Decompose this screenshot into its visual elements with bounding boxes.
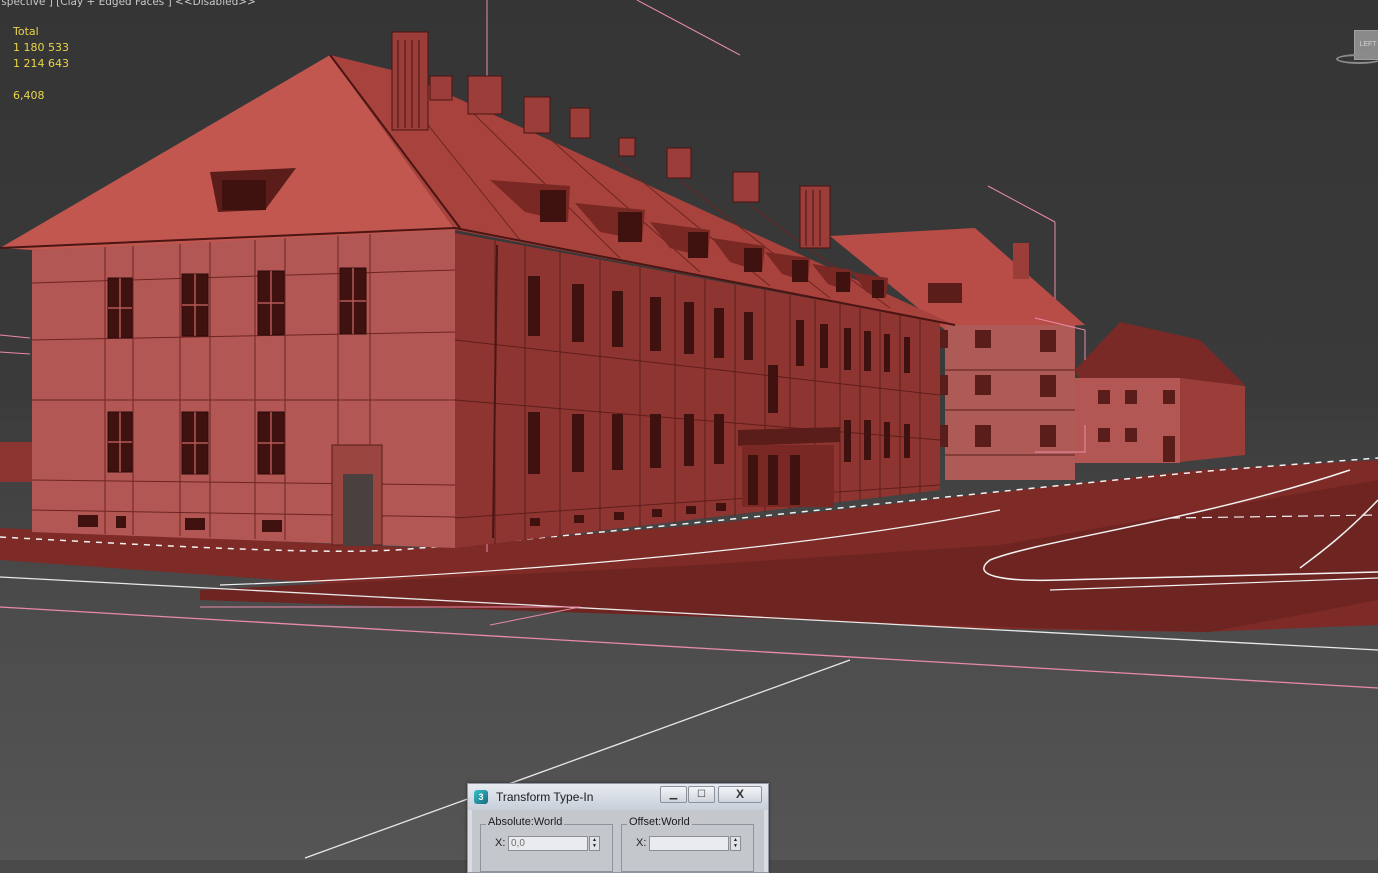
door	[343, 474, 373, 546]
stats-polys: 1 180 533	[13, 41, 69, 54]
left-edge-building	[0, 442, 32, 482]
maximize-button[interactable]: ☐	[688, 786, 715, 803]
gizmo-line	[0, 351, 31, 355]
stats-total-label: Total	[13, 25, 39, 38]
minimize-button[interactable]: ▁	[660, 786, 687, 803]
off-x-label: X:	[636, 837, 647, 849]
stats-spacer	[13, 72, 69, 88]
off-x-input[interactable]	[649, 836, 729, 851]
perspective-viewport[interactable]: rspective ] [Clay + Edged Faces ] <<Disa…	[0, 0, 1378, 860]
dialog-body: Absolute:World X: 0,0 ▲ ▼ Offset:World X…	[472, 810, 764, 872]
close-button[interactable]: X	[718, 786, 762, 803]
gizmo-line	[987, 185, 1056, 223]
stats-verts: 1 214 643	[13, 57, 69, 70]
stats-overlay: Total 1 180 533 1 214 643 6,408	[13, 24, 69, 104]
abs-x-input[interactable]: 0,0	[508, 836, 588, 851]
gizmo-line	[0, 334, 31, 339]
scene-render	[0, 0, 1378, 859]
mid-chimney	[1013, 243, 1029, 279]
off-x-spinner[interactable]: ▲ ▼	[730, 836, 741, 851]
absolute-world-group: Absolute:World X: 0,0 ▲ ▼	[480, 816, 613, 872]
far-building-roof	[1075, 322, 1245, 385]
offset-world-label: Offset:World	[627, 816, 692, 828]
absolute-world-label: Absolute:World	[486, 816, 565, 828]
viewport-label[interactable]: rspective ] [Clay + Edged Faces ] <<Disa…	[0, 0, 256, 8]
stats-fps: 6,408	[13, 89, 45, 102]
dialog-title: Transform Type-In	[496, 790, 594, 804]
viewcube-ring[interactable]	[1336, 54, 1378, 64]
spinner-down-icon[interactable]: ▼	[590, 843, 599, 849]
abs-x-spinner[interactable]: ▲ ▼	[589, 836, 600, 851]
gizmo-line	[636, 0, 741, 56]
spinner-down-icon[interactable]: ▼	[731, 843, 740, 849]
app-logo-icon: 3	[474, 790, 488, 804]
viewcube[interactable]: LEFT	[1336, 26, 1378, 66]
offset-world-group: Offset:World X: ▲ ▼	[621, 816, 754, 872]
dialog-title-bar[interactable]: 3 Transform Type-In ▁ ☐ X	[468, 784, 768, 810]
mid-dormer	[928, 283, 962, 303]
far-building-side	[1180, 378, 1245, 462]
abs-x-label: X:	[495, 837, 506, 849]
